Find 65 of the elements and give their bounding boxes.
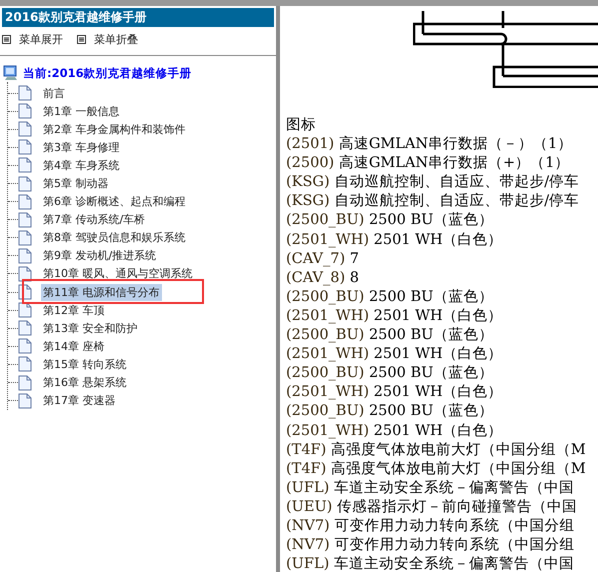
document-icon xyxy=(18,374,32,391)
document-icon xyxy=(18,176,32,192)
tree-item[interactable]: 第3章 车身修理 xyxy=(41,138,122,156)
document-icon xyxy=(18,392,32,409)
legend-line: (KSG) 自动巡航控制、自适应、带起步/停车 xyxy=(286,173,580,192)
tree-item[interactable]: 第14章 座椅 xyxy=(41,338,106,355)
legend-line: (2501_WH) 2501 WH（白色） xyxy=(286,230,504,250)
tree-item[interactable]: 第7章 传动系统/车桥 xyxy=(41,211,148,228)
document-icon xyxy=(18,121,32,138)
document-icon xyxy=(18,103,32,120)
document-icon xyxy=(18,85,32,102)
tree-item[interactable]: 第11章 电源和信号分布 xyxy=(41,284,162,301)
tree-item[interactable]: 第16章 悬架系统 xyxy=(41,374,128,392)
legend-line: (2500) 高速GMLAN串行数据（+）（1） xyxy=(286,154,570,174)
document-icon xyxy=(18,139,32,156)
document-icon xyxy=(18,194,32,210)
tree-item[interactable]: 第15章 转向系统 xyxy=(41,356,128,373)
legend-line: (CAV_7) 7 xyxy=(286,250,360,269)
panel-title: 2016款别克君越维修手册 xyxy=(2,8,274,27)
document-icon xyxy=(18,320,32,336)
tree-item[interactable]: 第17章 变速器 xyxy=(41,392,118,410)
document-icon xyxy=(18,248,32,264)
document-icon xyxy=(18,266,32,282)
document-icon xyxy=(18,338,32,354)
legend-line: (2500_BU) 2500 BU（蓝色） xyxy=(286,211,494,230)
document-icon xyxy=(18,230,32,246)
list-icon xyxy=(77,35,86,44)
legend-line: (UFL) 车道主动安全系统－偏离警告（中国 xyxy=(286,555,575,572)
tree-item[interactable]: 第9章 发动机/推进系统 xyxy=(41,247,158,264)
legend-line: (CAV_8) 8 xyxy=(286,268,360,288)
computer-icon xyxy=(3,65,19,81)
legend-line: (NV7) 可变作用力动力转向系统（中国分组 xyxy=(286,536,576,556)
tree-item[interactable]: 前言 xyxy=(41,84,67,102)
legend-line: (2501) 高速GMLAN串行数据（－）（1） xyxy=(286,135,574,154)
legend-line: (UFL) 车道主动安全系统－偏离警告（中国 xyxy=(286,478,575,498)
legend-line: (NV7) 可变作用力动力转向系统（中国分组 xyxy=(286,516,576,536)
menu-button[interactable]: 菜单折叠 xyxy=(77,32,138,47)
tree-item[interactable]: 第12章 车顶 xyxy=(41,302,106,319)
document-icon xyxy=(18,212,32,228)
legend-line: (2500_BU) 2500 BU（蓝色） xyxy=(286,364,494,384)
tree-item[interactable]: 第1章 一般信息 xyxy=(41,102,122,120)
legend-line: (UEU) 传感器指示灯－前向碰撞警告（中国 xyxy=(286,498,578,517)
tree-item[interactable]: 第4章 车身系统 xyxy=(41,156,122,174)
legend-line: (KSG) 自动巡航控制、自适应、带起步/停车 xyxy=(286,192,580,212)
tree-root-label[interactable]: 当前:2016款别克君越维修手册 xyxy=(23,66,192,80)
section-heading: 图标 xyxy=(286,116,317,135)
document-icon xyxy=(18,356,32,372)
tree-item[interactable]: 第2章 车身金属构件和装饰件 xyxy=(41,120,188,138)
tree-item[interactable]: 第6章 诊断概述、起点和编程 xyxy=(41,193,188,210)
legend-line: (2500_BU) 2500 BU（蓝色） xyxy=(286,402,494,422)
legend-line: (2500_BU) 2500 BU（蓝色） xyxy=(286,288,494,307)
legend-line: (T4F) 高强度气体放电前大灯（中国分组（M xyxy=(286,460,587,479)
legend-line: (2501_WH) 2501 WH（白色） xyxy=(286,345,504,364)
legend-line: (2501_WH) 2501 WH（白色） xyxy=(286,383,504,402)
tree-item[interactable]: 第10章 暖风、通风与空调系统 xyxy=(41,265,194,282)
tree-item[interactable]: 第5章 制动器 xyxy=(41,175,110,192)
legend-line: (2500_BU) 2500 BU（蓝色） xyxy=(286,326,494,346)
legend-line: (T4F) 高强度气体放电前大灯（中国分组（M xyxy=(286,440,587,460)
document-icon xyxy=(18,157,32,174)
menu-button[interactable]: 菜单展开 xyxy=(2,32,63,47)
tree-item[interactable]: 第8章 驾驶员信息和娱乐系统 xyxy=(41,229,188,246)
tree-item[interactable]: 第13章 安全和防护 xyxy=(41,320,140,337)
document-icon xyxy=(18,302,32,318)
legend-line: (2501_WH) 2501 WH（白色） xyxy=(286,306,504,326)
legend-line: (2501_WH) 2501 WH（白色） xyxy=(286,422,504,440)
